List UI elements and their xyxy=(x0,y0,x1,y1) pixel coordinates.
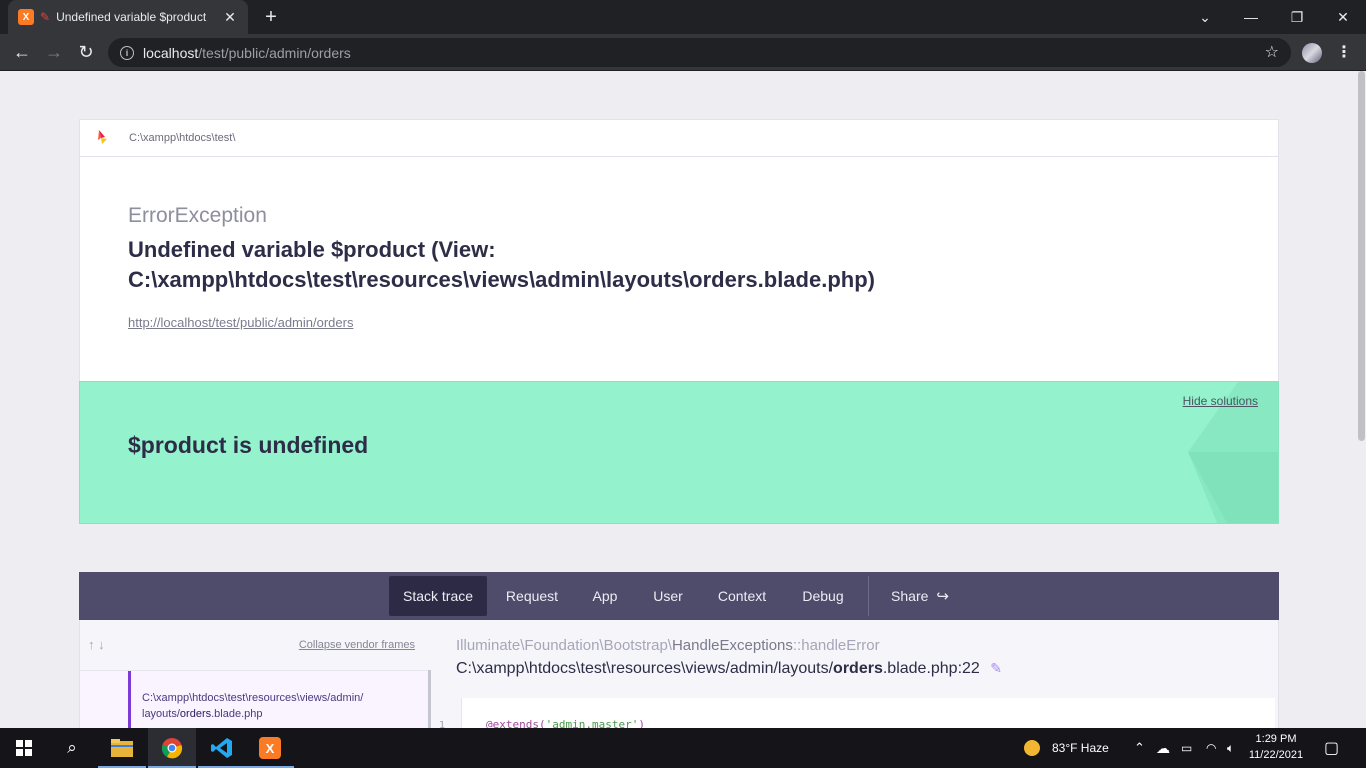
request-url-link[interactable]: http://localhost/test/public/admin/order… xyxy=(128,315,353,330)
exception-message: Undefined variable $product (View: C:\xa… xyxy=(128,237,875,292)
reload-icon[interactable]: ↻ xyxy=(72,38,100,66)
tab-request[interactable]: Request xyxy=(497,576,567,616)
windows-start-icon[interactable] xyxy=(0,728,48,768)
collapse-vendor-frames-link[interactable]: Collapse vendor frames xyxy=(299,639,415,651)
tab-separator xyxy=(868,576,869,616)
solution-title: $product is undefined xyxy=(128,432,369,458)
clock-date: 11/22/2021 xyxy=(1248,749,1304,761)
forward-icon[interactable]: → xyxy=(40,38,68,66)
frame-detail-panel: Illuminate\Foundation\Bootstrap\HandleEx… xyxy=(431,620,1279,728)
code-line-number: 1 xyxy=(439,720,446,728)
browser-menu-icon[interactable]: ⋮ xyxy=(1334,38,1354,66)
page-scrollbar-thumb[interactable] xyxy=(1358,71,1365,441)
ignition-logo-icon xyxy=(98,130,107,144)
windows-taskbar: ⌕ X 83°F Haze ⌃ ☁ ▭ ◠ 🔈︎ 1:29 PM 11/22/2… xyxy=(0,728,1366,768)
stack-frames-panel: ↑ ↓ Collapse vendor frames C:\xampp\htdo… xyxy=(79,620,432,728)
frame-nav-arrows-icon[interactable]: ↑ ↓ xyxy=(88,637,105,652)
restore-icon[interactable]: ❐ xyxy=(1274,0,1320,34)
frame-file-location: C:\xampp\htdocs\test\resources\views/adm… xyxy=(456,660,1003,677)
tab-close-icon[interactable]: ✕ xyxy=(222,9,238,26)
tab-app[interactable]: App xyxy=(585,576,625,616)
share-button[interactable]: Share ↪ xyxy=(885,576,955,616)
frame-class-method: Illuminate\Foundation\Bootstrap\HandleEx… xyxy=(456,637,880,654)
browser-toolbar: ← → ↻ i localhost /test/public/admin/ord… xyxy=(0,34,1366,71)
file-explorer-icon[interactable] xyxy=(98,728,146,768)
error-card: ErrorException Undefined variable $produ… xyxy=(79,157,1279,382)
page-scrollbar[interactable] xyxy=(1356,71,1366,728)
hide-solutions-link[interactable]: Hide solutions xyxy=(1183,394,1258,408)
notification-center-icon[interactable]: ▢ xyxy=(1324,728,1339,768)
search-icon[interactable]: ⌕ xyxy=(48,728,96,768)
weather-text[interactable]: 83°F Haze xyxy=(1052,728,1109,768)
edit-file-pencil-icon[interactable]: ✎ xyxy=(990,660,1002,676)
system-clock[interactable]: 1:29 PM 11/22/2021 xyxy=(1244,731,1308,763)
tab-user[interactable]: User xyxy=(645,576,691,616)
show-hidden-icons-icon[interactable]: ⌃ xyxy=(1134,728,1145,768)
vscode-taskbar-icon[interactable] xyxy=(198,728,246,768)
project-path: C:\xampp\htdocs\test\ xyxy=(129,132,236,144)
site-info-icon[interactable]: i xyxy=(120,45,134,60)
solution-panel: Hide solutions $product is undefined xyxy=(79,381,1279,524)
exception-class: ErrorException xyxy=(128,204,267,227)
details-tab-nav: Stack trace Request App User Context Deb… xyxy=(79,572,1279,620)
tab-stack-trace[interactable]: Stack trace xyxy=(389,576,487,616)
url-path: /test/public/admin/orders xyxy=(198,44,351,61)
tab-context[interactable]: Context xyxy=(711,576,773,616)
tab-debug[interactable]: Debug xyxy=(795,576,851,616)
pencil-icon: ✎ xyxy=(40,10,51,24)
battery-icon[interactable]: ▭ xyxy=(1181,728,1192,768)
url-host: localhost xyxy=(143,44,199,61)
clock-time: 1:29 PM xyxy=(1255,733,1297,745)
code-snippet: @extends('admin.master') xyxy=(461,698,1275,728)
address-bar[interactable]: i localhost /test/public/admin/orders ☆ xyxy=(108,38,1291,67)
share-label: Share xyxy=(891,588,929,604)
code-line: @extends('admin.master') xyxy=(486,718,645,728)
browser-tab[interactable]: X ✎ Undefined variable $product ✕ xyxy=(8,0,248,34)
volume-icon[interactable]: 🔈︎ xyxy=(1227,728,1234,768)
back-icon[interactable]: ← xyxy=(8,38,36,66)
weather-sun-icon[interactable] xyxy=(1018,728,1046,768)
xampp-favicon-icon: X xyxy=(18,9,34,25)
close-window-icon[interactable]: ✕ xyxy=(1320,0,1366,34)
frame-file-path: C:\xampp\htdocs\test\resources\views/adm… xyxy=(142,692,364,720)
xampp-taskbar-icon[interactable]: X xyxy=(246,728,294,768)
profile-avatar[interactable] xyxy=(1302,43,1322,63)
wifi-icon[interactable]: ◠ xyxy=(1206,728,1216,768)
onedrive-cloud-icon[interactable]: ☁ xyxy=(1156,728,1170,768)
browser-tab-bar: X ✎ Undefined variable $product ✕ + ⌄ — … xyxy=(0,0,1366,34)
bookmark-star-icon[interactable]: ☆ xyxy=(1265,42,1279,62)
ignition-header: C:\xampp\htdocs\test\ xyxy=(79,119,1279,157)
tab-search-icon[interactable]: ⌄ xyxy=(1182,0,1228,34)
page-viewport: C:\xampp\htdocs\test\ ErrorException Und… xyxy=(0,71,1356,728)
new-tab-button[interactable]: + xyxy=(260,4,282,30)
minimize-icon[interactable]: — xyxy=(1228,0,1274,34)
tab-title: Undefined variable $product xyxy=(56,10,207,24)
share-arrow-icon: ↪ xyxy=(936,588,949,605)
stack-frame-item[interactable]: C:\xampp\htdocs\test\resources\views/adm… xyxy=(80,670,428,728)
chrome-taskbar-icon[interactable] xyxy=(148,728,196,768)
selected-frame-indicator xyxy=(128,671,131,728)
